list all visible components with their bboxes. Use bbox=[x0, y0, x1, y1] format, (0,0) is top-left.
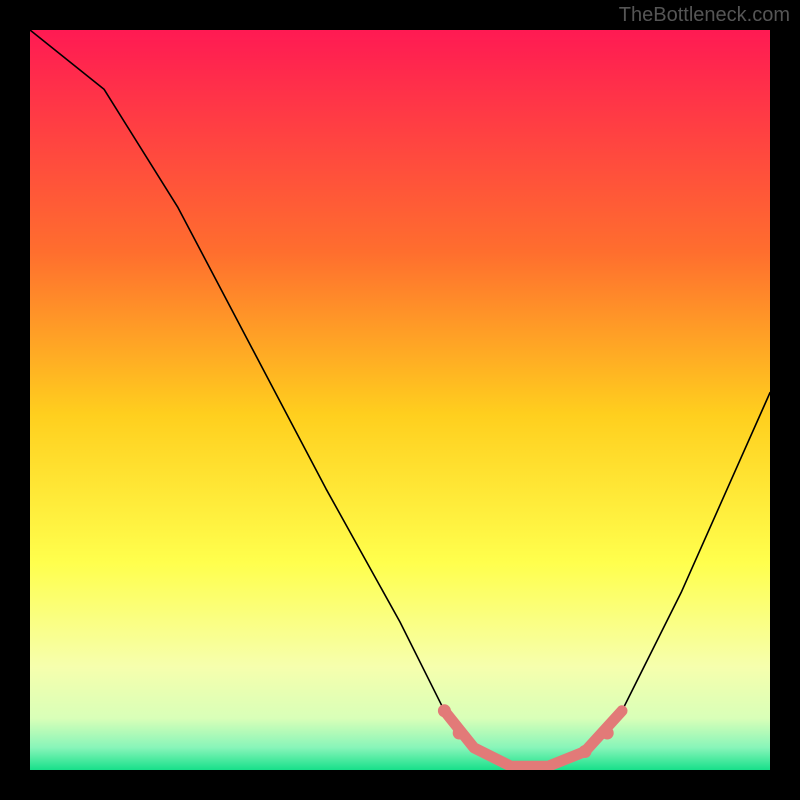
marker-1 bbox=[453, 727, 466, 740]
chart-background bbox=[30, 30, 770, 770]
chart-frame: TheBottleneck.com bbox=[0, 0, 800, 800]
chart-plot bbox=[30, 30, 770, 770]
marker-2 bbox=[579, 745, 592, 758]
marker-3 bbox=[601, 727, 614, 740]
watermark-text: TheBottleneck.com bbox=[619, 4, 790, 27]
marker-0 bbox=[438, 704, 451, 717]
